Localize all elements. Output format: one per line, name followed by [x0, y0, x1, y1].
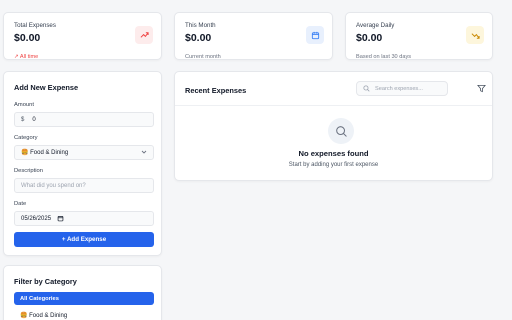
stat-label: This Month: [185, 22, 216, 29]
filter-item-food[interactable]: 🍔 Food & Dining: [14, 309, 154, 320]
stat-card-average: Average Daily $0.00 Based on last 30 day…: [345, 12, 493, 60]
stat-sub: ↗ All time: [14, 54, 39, 60]
chevron-down-icon: [141, 149, 147, 157]
stat-card-total: Total Expenses $0.00 ↗ All time: [3, 12, 162, 60]
description-placeholder: What did you spend on?: [21, 182, 86, 189]
search-icon: [363, 85, 370, 92]
filter-title: Filter by Category: [14, 277, 77, 286]
stat-value: $0.00: [185, 32, 212, 44]
filter-icon[interactable]: [477, 84, 486, 93]
stat-sub: Based on last 30 days: [356, 54, 412, 60]
amount-value: 0: [32, 116, 36, 123]
stat-card-month: This Month $0.00 Current month: [174, 12, 333, 60]
empty-state-subtitle: Start by adding your first expense: [288, 162, 379, 168]
dollar-prefix: $: [21, 116, 25, 123]
header-divider: [175, 105, 492, 106]
description-label: Description: [14, 168, 43, 174]
amount-input[interactable]: $ 0: [14, 112, 154, 127]
calendar-picker-icon[interactable]: [57, 215, 64, 222]
stat-value: $0.00: [356, 32, 383, 44]
category-label: Category: [14, 135, 38, 141]
trending-up-icon: [135, 26, 153, 44]
filter-category-card: Filter by Category All Categories 🍔 Food…: [3, 265, 162, 320]
category-select[interactable]: 🍔 Food & Dining: [14, 145, 154, 160]
add-expense-card: Add New Expense Amount $ 0 Category 🍔 Fo…: [3, 71, 162, 256]
stat-label: Total Expenses: [14, 22, 56, 29]
trending-down-icon: [466, 26, 484, 44]
empty-state-icon: [328, 118, 354, 144]
stat-sub: Current month: [185, 54, 221, 60]
date-value: 05/26/2025: [21, 215, 52, 222]
stat-label: Average Daily: [356, 22, 395, 29]
add-expense-title: Add New Expense: [14, 83, 79, 92]
description-input[interactable]: What did you spend on?: [14, 178, 154, 193]
filter-item-all[interactable]: All Categories: [14, 292, 154, 305]
add-expense-button[interactable]: + Add Expense: [14, 232, 154, 247]
amount-label: Amount: [14, 102, 34, 108]
stat-value: $0.00: [14, 32, 41, 44]
recent-expenses-card: Recent Expenses Search expenses... No ex…: [174, 71, 493, 181]
category-value: 🍔 Food & Dining: [21, 150, 69, 156]
search-input[interactable]: Search expenses...: [356, 81, 448, 96]
empty-state-title: No expenses found: [298, 149, 369, 158]
date-label: Date: [14, 201, 27, 207]
calendar-icon: [306, 26, 324, 44]
search-placeholder: Search expenses...: [375, 85, 423, 92]
recent-expenses-title: Recent Expenses: [185, 86, 247, 95]
date-input[interactable]: 05/26/2025: [14, 211, 154, 226]
